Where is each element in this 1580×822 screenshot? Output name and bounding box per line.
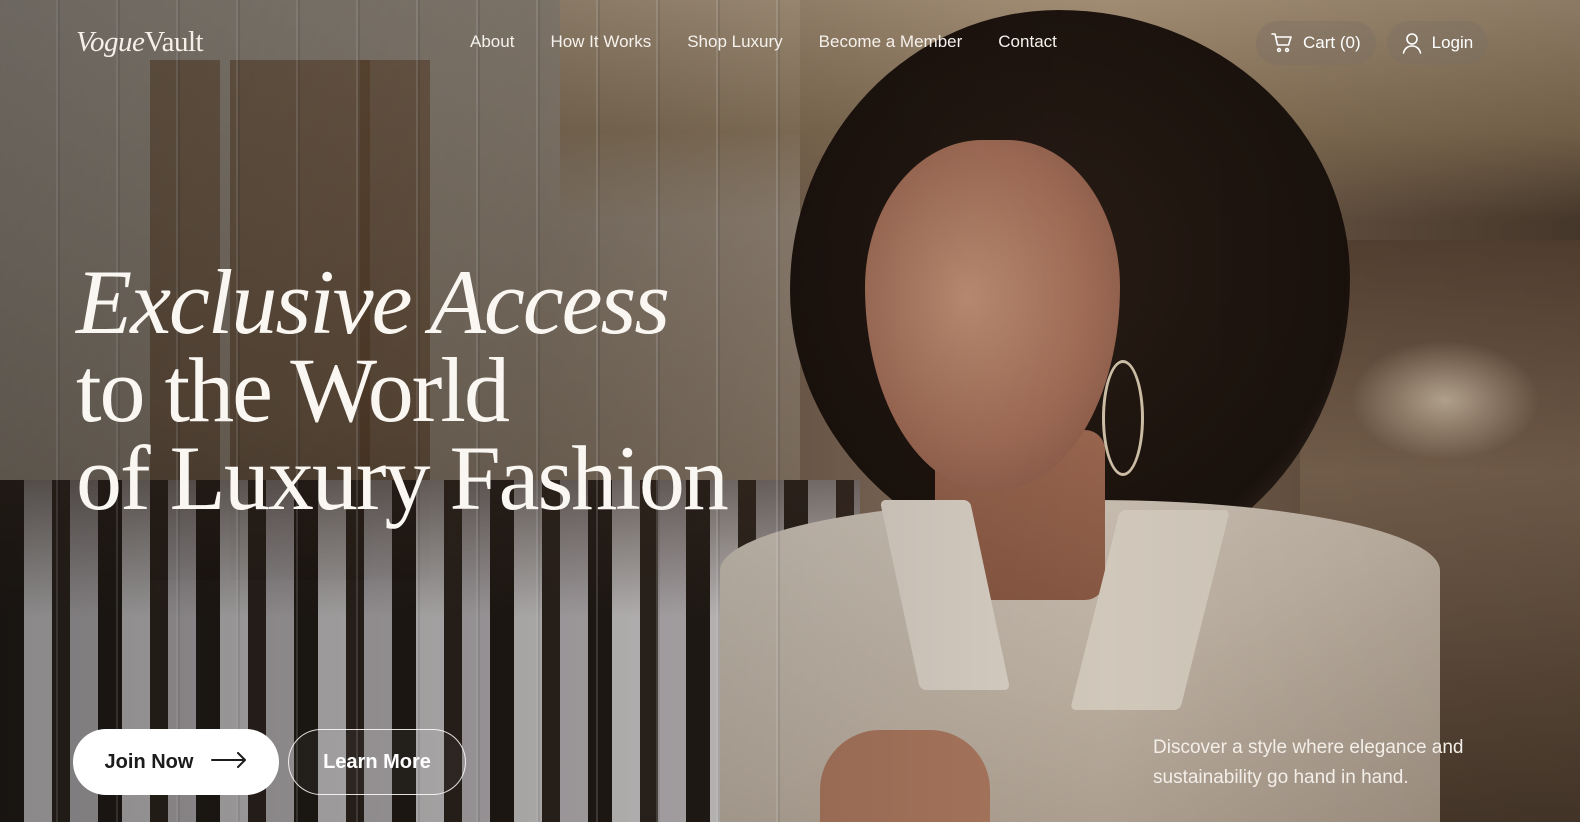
login-button[interactable]: Login: [1386, 21, 1489, 65]
learn-more-button[interactable]: Learn More: [288, 729, 466, 795]
hero-title-line-2: to the World: [76, 339, 510, 441]
nav-link-how-it-works[interactable]: How It Works: [550, 32, 651, 52]
nav-link-contact[interactable]: Contact: [998, 32, 1057, 52]
nav-actions: Cart (0) Login: [1256, 21, 1489, 65]
user-icon: [1402, 32, 1422, 54]
nav-link-about[interactable]: About: [470, 32, 514, 52]
nav-links: About How It Works Shop Luxury Become a …: [470, 32, 1057, 52]
cart-icon: [1271, 33, 1293, 53]
hero-tagline: Discover a style where elegance and sust…: [1153, 737, 1464, 788]
logo-part-vogue: Vogue: [76, 26, 145, 58]
hero-title: Exclusive Access to the World of Luxury …: [76, 251, 729, 529]
cart-button[interactable]: Cart (0): [1256, 21, 1376, 65]
hero-title-line-3: of Luxury Fashion: [76, 427, 729, 529]
nav-link-shop-luxury[interactable]: Shop Luxury: [687, 32, 782, 52]
brand-logo[interactable]: VogueVault: [76, 26, 204, 59]
nav-link-become-member[interactable]: Become a Member: [819, 32, 963, 52]
join-now-button[interactable]: Join Now: [73, 729, 279, 795]
hero-title-line-1: Exclusive Access: [76, 251, 670, 353]
arrow-right-icon: [211, 751, 247, 774]
login-label: Login: [1431, 33, 1474, 52]
join-now-label: Join Now: [104, 750, 194, 773]
top-navigation: VogueVault About How It Works Shop Luxur…: [0, 0, 1580, 90]
logo-part-vault: Vault: [144, 26, 204, 58]
cart-label: Cart (0): [1303, 33, 1361, 52]
